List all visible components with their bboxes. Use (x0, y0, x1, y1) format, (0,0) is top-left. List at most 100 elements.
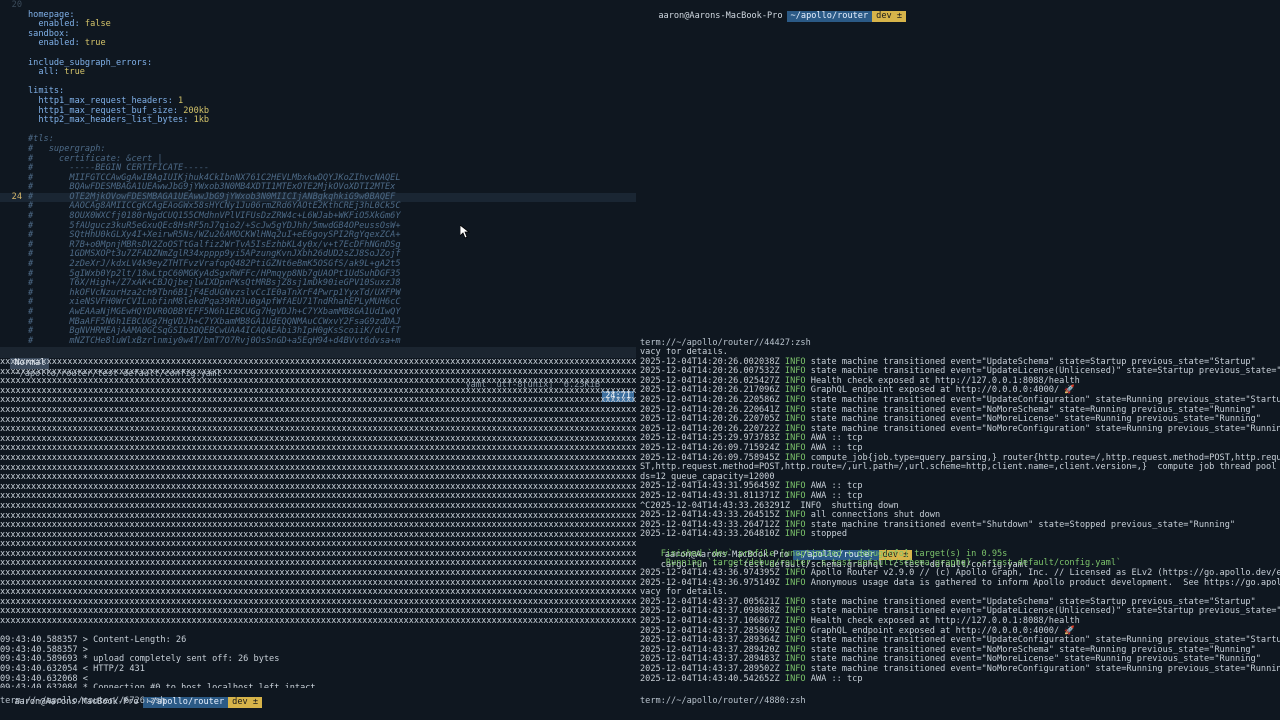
log-level: INFO (784, 490, 806, 501)
line-text: # MIIFGTCCAwGgAwIBAgIUIKjhuk4CkIbnNX761C… (28, 172, 401, 183)
prompt-branch: dev ± (872, 11, 907, 22)
log-message: Apollo Router v2.9.0 // (c) Apollo Graph… (810, 568, 1280, 579)
log-timestamp: 2025-12-04T14:43:36.975149Z (640, 577, 780, 588)
curl-line: 09:43:40.588357 > Content-Length: 26 (0, 635, 187, 646)
log-level: INFO (784, 519, 806, 530)
line-text: include_subgraph_errors: (28, 57, 153, 68)
log-level: INFO (784, 442, 806, 453)
line-text: sandbox: (28, 28, 70, 39)
log-level: INFO (784, 625, 806, 636)
log-level: INFO (784, 577, 806, 588)
log-timestamp: 2025-12-04T14:20:26.217096Z (640, 385, 780, 396)
log-timestamp: 2025-12-04T14:43:37.289502Z (640, 664, 780, 674)
log-level: INFO (784, 606, 806, 617)
top-right-prompt: aaron@Aarons-MacBook-Pro ~/apollo/router d… (644, 0, 907, 22)
log-timestamp: 2025-12-04T14:43:37.106867Z (640, 616, 780, 627)
log-timestamp: 2025-12-04T14:43:37.098088Z (640, 606, 780, 617)
log-message: state machine transitioned event="NoMore… (810, 644, 1256, 655)
log-timestamp: 2025-12-04T14:20:26.220705Z (640, 414, 780, 425)
log-message: compute_job{job.type=query_parsing,} rou… (810, 452, 1280, 463)
line-text: # 5gIWxb0Yp2lt/18wLtpC60MGKyAdSgxRWFFc/H… (28, 268, 401, 279)
line-text: # 1GDMSXOPt3u7ZFADZNmZglR34xpppp9yi5APzu… (28, 249, 401, 260)
log-timestamp: 2025-12-04T14:43:37.005621Z (640, 596, 780, 607)
log-line: 2025-12-04T14:43:40.542652Z INFO AWA :: … (640, 673, 1280, 685)
log-timestamp: 2025-12-04T14:20:26.220586Z (640, 394, 780, 405)
line-text: # AwEAAaNjMGEwHQYDVR0OBBYEFF5N6h1EBCUGg7… (28, 307, 401, 317)
editor-buffer[interactable]: 20 homepage: enabled: false sandbox: enabl… (0, 0, 636, 346)
log-level: INFO (784, 664, 806, 674)
log-timestamp: 2025-12-04T14:43:40.542652Z (640, 673, 780, 684)
line-text: # -----BEGIN CERTIFICATE----- (28, 163, 210, 174)
log-timestamp: 2025-12-04T14:43:36.974395Z (640, 568, 780, 579)
line-text: limits: (28, 86, 65, 97)
log-timestamp: 2025-12-04T14:43:33.264712Z (640, 519, 780, 530)
line-text: enabled: false (28, 19, 111, 30)
left-terminal[interactable]: xxxxxxxxxxxxxxxxxxxxxxxxxxxxxxxxxxxxxxxx… (0, 358, 636, 688)
line-text: # OTE2MjkOVowFDESMBAGA1UEAwwJbG9jYWxob3N… (28, 191, 396, 202)
prompt-path: ~/apollo/router (786, 11, 873, 22)
log-message: AWA :: tcp (810, 481, 863, 492)
log-level: INFO (784, 568, 806, 579)
editor-line: 20 (0, 0, 636, 11)
editor-line: include_subgraph_errors: (0, 57, 636, 69)
log-line: 2025-12-04T14:43:33.264810Z INFO stopped (640, 529, 1280, 540)
log-text: ds=12 queue_capacity=12000 (640, 471, 775, 482)
right-terminal[interactable]: vacy for details. 2025-12-04T14:20:26.002… (640, 348, 1280, 688)
log-timestamp: 2025-12-04T14:20:26.220722Z (640, 423, 780, 434)
log-message: Health check exposed at http://127.0.0.1… (810, 616, 1080, 627)
log-level: INFO (784, 452, 806, 463)
log-level: INFO (784, 404, 806, 415)
log-level: INFO (784, 616, 806, 627)
log-level: INFO (784, 433, 806, 444)
log-message: all connections shut down (810, 510, 941, 521)
right-terminal-title-bottom: term://~/apollo/router//4880:zsh (640, 696, 806, 706)
editor-line: all: true (0, 67, 636, 78)
editor-line: enabled: false (0, 19, 636, 30)
log-timestamp: 2025-12-04T14:43:31.811371Z (640, 490, 780, 501)
log-timestamp: 2025-12-04T14:43:33.264810Z (640, 529, 780, 540)
router-log-previous: vacy for details. 2025-12-04T14:20:26.002… (640, 348, 1280, 540)
log-timestamp: 2025-12-04T14:43:37.285869Z (640, 625, 780, 636)
editor-pane[interactable]: 20 homepage: enabled: false sandbox: enabl… (0, 0, 636, 346)
line-text: # 5fAUgucz3kuR5eGxuQEc8HsRF5nJ7qio2/+ScJ… (28, 220, 401, 231)
log-message: GraphQL endpoint exposed at http://0.0.0… (810, 385, 1076, 396)
log-level: INFO (784, 385, 806, 396)
line-text: # R7B+o0MpnjMBRsDV2ZoOSTtGalfiz2WrTvA5Is… (28, 239, 401, 250)
line-text: http1_max_request_headers: 1 (28, 95, 184, 106)
log-message: state machine transitioned event="NoMore… (810, 414, 1261, 425)
log-text: ST,http.request.method=POST,http.route=/… (640, 462, 1280, 473)
log-message: state machine transitioned event="Update… (810, 635, 1280, 646)
log-message: state machine transitioned event="NoMore… (810, 404, 1256, 415)
log-message: state machine transitioned event="NoMore… (810, 664, 1280, 674)
line-text: all: true (28, 67, 85, 78)
log-level: INFO (784, 654, 806, 665)
log-message: AWA :: tcp (810, 673, 863, 684)
line-text: # hkOFVcNzurHza2ch9Tbn6B1jF4EdUGNvzslvCc… (28, 287, 401, 298)
log-level: INFO (784, 423, 806, 434)
log-timestamp: 2025-12-04T14:43:37.289420Z (640, 644, 780, 655)
log-level: INFO (784, 481, 806, 492)
prompt-branch: dev ± (228, 697, 263, 708)
line-text: # mNZTCHe8luWlxBzrlnmiy0w4T/bmT7O7Rvj0Os… (28, 335, 401, 346)
line-number: 24 (11, 191, 22, 202)
log-level: INFO (784, 529, 806, 540)
log-timestamp: 2025-12-04T14:20:26.007532Z (640, 366, 780, 377)
log-message: AWA :: tcp (810, 442, 863, 453)
log-level: INFO (784, 673, 806, 684)
editor-line: http2_max_headers_list_bytes: 1kb (0, 115, 636, 126)
log-timestamp: 2025-12-04T14:26:09.758945Z (640, 452, 780, 463)
log-text: vacy for details. (640, 587, 728, 598)
log-timestamp: 2025-12-04T14:20:26.002038Z (640, 356, 780, 367)
line-text: # 2zDeXrJ/kdxLV4k9eyZTHTFvzVrafopQ482Pti… (28, 259, 401, 270)
log-level: INFO (784, 635, 806, 646)
editor-line: enabled: true (0, 39, 636, 49)
line-text: # BgNVHRMEAjAAMA0GCSqGSIb3DQEBCwUAA4ICAQ… (28, 326, 401, 337)
line-text: # 8OUX0WXCfj0180rNgdCUQ155CMdhnVPlVIFUsD… (28, 211, 401, 222)
line-text: # certificate: &cert | (28, 153, 163, 164)
line-text: # T6X/High+/Z7xAK+CBJQjbejlwIXDpnPKsQtMR… (28, 278, 401, 289)
router-log-current: Finished `dev` profile [unoptimized + de… (640, 549, 1280, 685)
log-timestamp: 2025-12-04T14:43:37.289483Z (640, 654, 780, 665)
editor-statusline: Normal ~/apollo/router/test-default/conf… (0, 347, 636, 402)
